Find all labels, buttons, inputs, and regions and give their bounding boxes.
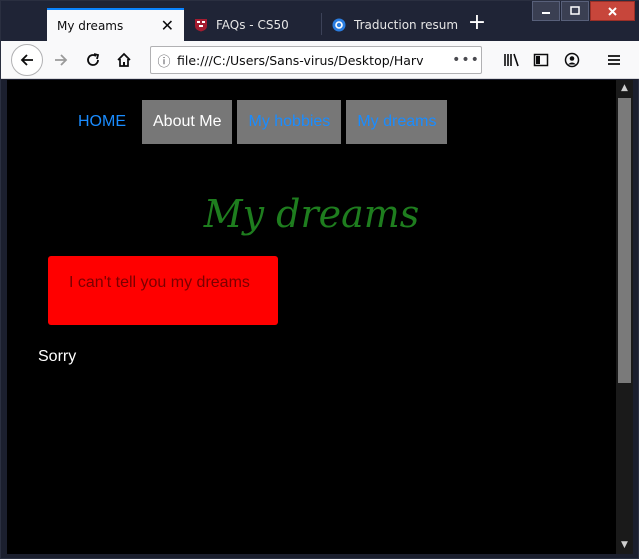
forward-arrow-icon	[55, 54, 68, 66]
library-icon	[504, 53, 519, 67]
new-tab-button[interactable]: +	[463, 10, 491, 38]
nav-link-my-hobbies[interactable]: My hobbies	[237, 100, 342, 144]
navigation-toolbar: ⓘ file:///C:/Users/Sans-virus/Desktop/Ha…	[1, 41, 639, 79]
window-close-button[interactable]	[590, 1, 635, 21]
maximize-button[interactable]	[561, 1, 589, 21]
translate-icon	[332, 18, 346, 32]
harvard-shield-icon	[194, 18, 208, 32]
tab-label: Traduction resum	[354, 17, 459, 32]
browser-window: My dreams ✕ FAQs - CS50 Traduction resum…	[0, 0, 639, 559]
tab-label: FAQs - CS50	[216, 17, 289, 32]
sorry-text: Sorry	[38, 348, 77, 365]
tab-my-dreams[interactable]: My dreams ✕	[47, 8, 184, 41]
site-nav: HOME About Me My hobbies My dreams	[67, 100, 452, 144]
account-icon	[564, 52, 580, 68]
sidebar-button[interactable]	[527, 46, 555, 74]
home-icon	[117, 52, 131, 67]
hamburger-menu-icon	[608, 55, 620, 65]
page-actions-icon[interactable]: •••	[451, 52, 481, 68]
forward-button[interactable]	[47, 46, 75, 74]
nav-link-about-me[interactable]: About Me	[142, 100, 233, 144]
dream-message-box: I can't tell you my dreams	[48, 256, 278, 325]
menu-button[interactable]	[600, 46, 628, 74]
scrollbar-thumb[interactable]	[618, 98, 631, 383]
back-arrow-icon	[20, 54, 33, 66]
scroll-up-icon[interactable]: ▲	[616, 80, 633, 97]
page-content: HOME About Me My hobbies My dreams My dr…	[7, 80, 616, 554]
reload-icon	[87, 53, 100, 66]
close-tab-icon[interactable]: ✕	[161, 18, 174, 34]
account-button[interactable]	[558, 46, 586, 74]
url-bar[interactable]: ⓘ file:///C:/Users/Sans-virus/Desktop/Ha…	[150, 46, 482, 74]
home-button[interactable]	[110, 46, 138, 74]
reload-button[interactable]	[79, 46, 107, 74]
maximize-icon	[570, 6, 580, 15]
back-button[interactable]	[11, 44, 43, 76]
tab-strip: My dreams ✕ FAQs - CS50 Traduction resum…	[1, 1, 639, 41]
minimize-button[interactable]	[532, 1, 560, 21]
scroll-down-icon[interactable]: ▼	[616, 537, 633, 554]
library-button[interactable]	[498, 46, 526, 74]
nav-link-home[interactable]: HOME	[67, 100, 137, 144]
tab-label: My dreams	[57, 18, 124, 33]
sidebar-icon	[533, 53, 549, 67]
info-icon[interactable]: ⓘ	[151, 51, 177, 70]
tab-faqs-cs50[interactable]: FAQs - CS50	[184, 8, 321, 41]
minimize-icon	[542, 12, 550, 14]
vertical-scrollbar[interactable]: ▲ ▼	[616, 80, 633, 554]
page-title: My dreams	[203, 192, 420, 236]
nav-link-my-dreams[interactable]: My dreams	[346, 100, 448, 144]
url-text[interactable]: file:///C:/Users/Sans-virus/Desktop/Harv	[177, 53, 451, 68]
dream-message-text: I can't tell you my dreams	[69, 274, 250, 291]
tab-traduction[interactable]: Traduction resum	[322, 8, 459, 41]
close-icon	[608, 6, 617, 16]
